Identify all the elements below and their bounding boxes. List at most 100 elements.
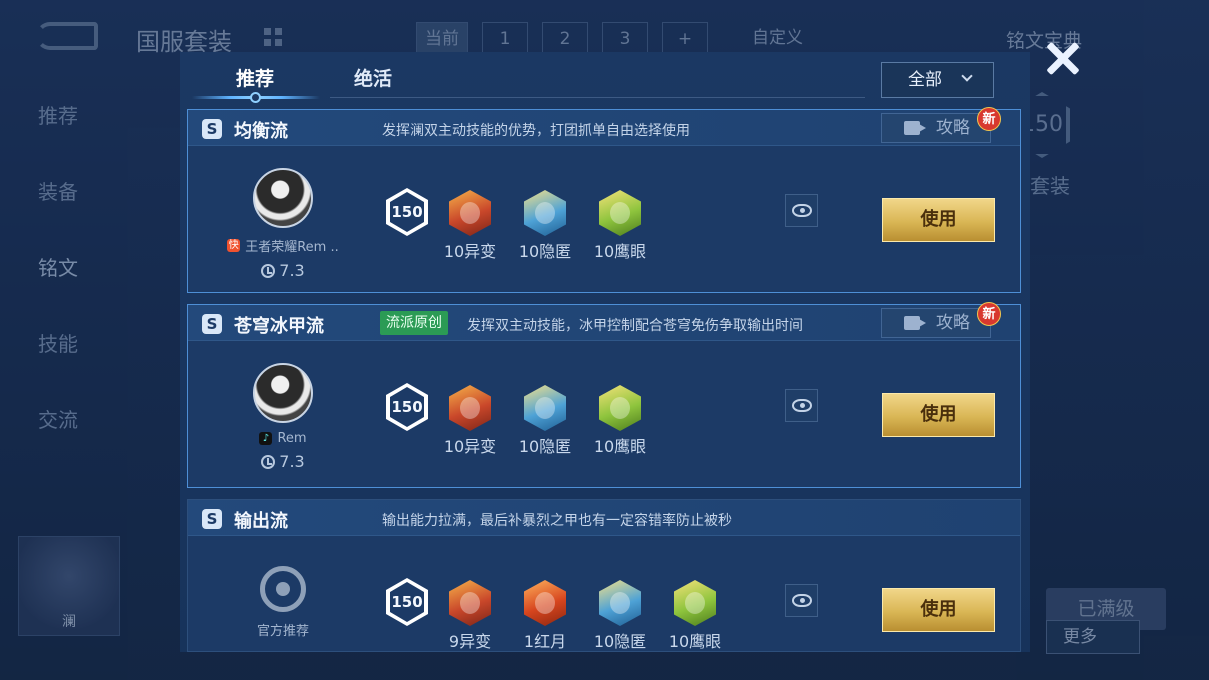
author-block: 快 王者荣耀Rem .. 7.3 [208, 168, 358, 280]
sidebar-item-skills[interactable]: 技能 [38, 328, 78, 356]
guide-label: 攻略 [936, 118, 970, 138]
style-icon: S [202, 119, 222, 139]
rune-red-icon [449, 580, 491, 626]
author-line: 快 王者荣耀Rem .. [208, 236, 358, 255]
active-tab-dot [250, 92, 261, 103]
rune-item[interactable]: 9异变 [440, 580, 500, 652]
hero-portrait[interactable]: 澜 [18, 536, 120, 636]
avatar[interactable] [253, 168, 313, 228]
guide-label: 攻略 [936, 313, 970, 333]
rune-item[interactable]: 10鹰眼 [590, 385, 650, 457]
new-badge: 新 [977, 107, 1001, 131]
rating: 7.3 [208, 261, 358, 280]
rune-recommend-modal: 推荐 绝活 全部 S 均衡流 发挥澜双主动技能的优势，打团抓单自由选择使用 攻略… [180, 52, 1030, 652]
rune-item[interactable]: 10隐匿 [515, 385, 575, 457]
rune-green-icon [674, 580, 716, 626]
custom-tab[interactable]: 自定义 [744, 22, 811, 56]
filter-dropdown[interactable]: 全部 [881, 62, 994, 98]
eye-icon [792, 204, 812, 217]
card-title: 输出流 [234, 511, 288, 532]
sidebar: 推荐 装备 铭文 技能 交流 [38, 100, 78, 432]
style-icon: S [202, 509, 222, 529]
card-description: 发挥双主动技能，冰甲控制配合苍穹免伤争取输出时间 [467, 318, 803, 334]
grid-icon[interactable] [264, 28, 282, 46]
rune-label: 10鹰眼 [593, 242, 647, 261]
rune-blue-icon [524, 190, 566, 236]
author-name: Rem [277, 431, 307, 446]
rune-green-icon [599, 385, 641, 431]
guide-button[interactable]: 攻略 [881, 113, 991, 143]
slot-tab-current[interactable]: 当前 [416, 22, 468, 56]
avatar[interactable] [253, 363, 313, 423]
tab-recommend[interactable]: 推荐 [236, 64, 274, 91]
clock-icon [261, 263, 276, 278]
slot-tab-1[interactable]: 1 [482, 22, 528, 56]
preview-button[interactable] [785, 194, 818, 227]
rating-value: 7.3 [279, 261, 305, 280]
rune-label: 10隐匿 [518, 437, 572, 456]
rune-item[interactable]: 10异变 [440, 385, 500, 457]
use-button[interactable]: 使用 [882, 588, 995, 632]
author-line: ♪ Rem [208, 431, 358, 446]
tab-specialty[interactable]: 绝活 [354, 64, 392, 91]
rune-item[interactable]: 10隐匿 [590, 580, 650, 652]
level-badge: 150 [386, 188, 428, 236]
sidebar-item-recommend[interactable]: 推荐 [38, 100, 78, 128]
filter-label: 全部 [908, 70, 942, 90]
preview-button[interactable] [785, 584, 818, 617]
rune-label: 9异变 [448, 632, 492, 651]
slot-tab-add[interactable]: + [662, 22, 708, 56]
slot-tab-3[interactable]: 3 [602, 22, 648, 56]
back-icon[interactable] [36, 22, 98, 50]
original-tag: 流派原创 [380, 311, 448, 335]
guide-button[interactable]: 攻略 [881, 308, 991, 338]
close-icon[interactable] [1040, 36, 1086, 82]
rune-crimson-icon [524, 580, 566, 626]
level-badge: 150 [386, 383, 428, 431]
rune-label: 10异变 [443, 437, 497, 456]
rune-green-icon [599, 190, 641, 236]
rating-value: 7.3 [279, 452, 305, 471]
chevron-down-icon [961, 70, 973, 82]
rune-label: 10鹰眼 [593, 437, 647, 456]
rating: 7.3 [208, 452, 358, 471]
eye-icon [792, 399, 812, 412]
card-title: 苍穹冰甲流 [234, 316, 324, 337]
author-name: 官方推荐 [256, 624, 309, 639]
author-name: 王者荣耀Rem .. [245, 240, 339, 255]
style-icon: S [202, 314, 222, 334]
rune-label: 10异变 [443, 242, 497, 261]
slot-tab-2[interactable]: 2 [542, 22, 588, 56]
level-value: 150 [390, 387, 424, 427]
tab-divider [330, 97, 865, 98]
card-header: S 苍穹冰甲流 流派原创 发挥双主动技能，冰甲控制配合苍穹免伤争取输出时间 攻略… [188, 302, 1020, 341]
official-icon [260, 566, 306, 612]
hero-name: 澜 [62, 614, 76, 630]
card-description: 发挥澜双主动技能的优势，打团抓单自由选择使用 [382, 123, 690, 139]
rune-item[interactable]: 1红月 [515, 580, 575, 652]
author-block: ♪ Rem 7.3 [208, 363, 358, 471]
more-button[interactable]: 更多 [1046, 620, 1140, 654]
card-header: S 输出流 输出能力拉满，最后补暴烈之甲也有一定容错率防止被秒 [188, 500, 1020, 536]
rune-item[interactable]: 10异变 [440, 190, 500, 262]
rune-item[interactable]: 10鹰眼 [665, 580, 725, 652]
sidebar-item-runes[interactable]: 铭文 [38, 252, 78, 280]
use-button[interactable]: 使用 [882, 198, 995, 242]
video-icon [904, 121, 926, 135]
rune-label: 1红月 [523, 632, 567, 651]
rune-item[interactable]: 10隐匿 [515, 190, 575, 262]
level-badge: 150 [386, 578, 428, 626]
rune-red-icon [449, 385, 491, 431]
douyin-icon: ♪ [259, 432, 273, 445]
rune-card: S 输出流 输出能力拉满，最后补暴烈之甲也有一定容错率防止被秒 官方推荐 150… [187, 499, 1021, 652]
card-description: 输出能力拉满，最后补暴烈之甲也有一定容错率防止被秒 [382, 513, 732, 529]
sidebar-item-community[interactable]: 交流 [38, 404, 78, 432]
rune-item[interactable]: 10鹰眼 [590, 190, 650, 262]
preview-button[interactable] [785, 389, 818, 422]
rune-blue-icon [524, 385, 566, 431]
level-value: 150 [390, 192, 424, 232]
rune-label: 10隐匿 [593, 632, 647, 651]
sidebar-item-equipment[interactable]: 装备 [38, 176, 78, 204]
use-button[interactable]: 使用 [882, 393, 995, 437]
author-block: 官方推荐 [208, 558, 358, 639]
